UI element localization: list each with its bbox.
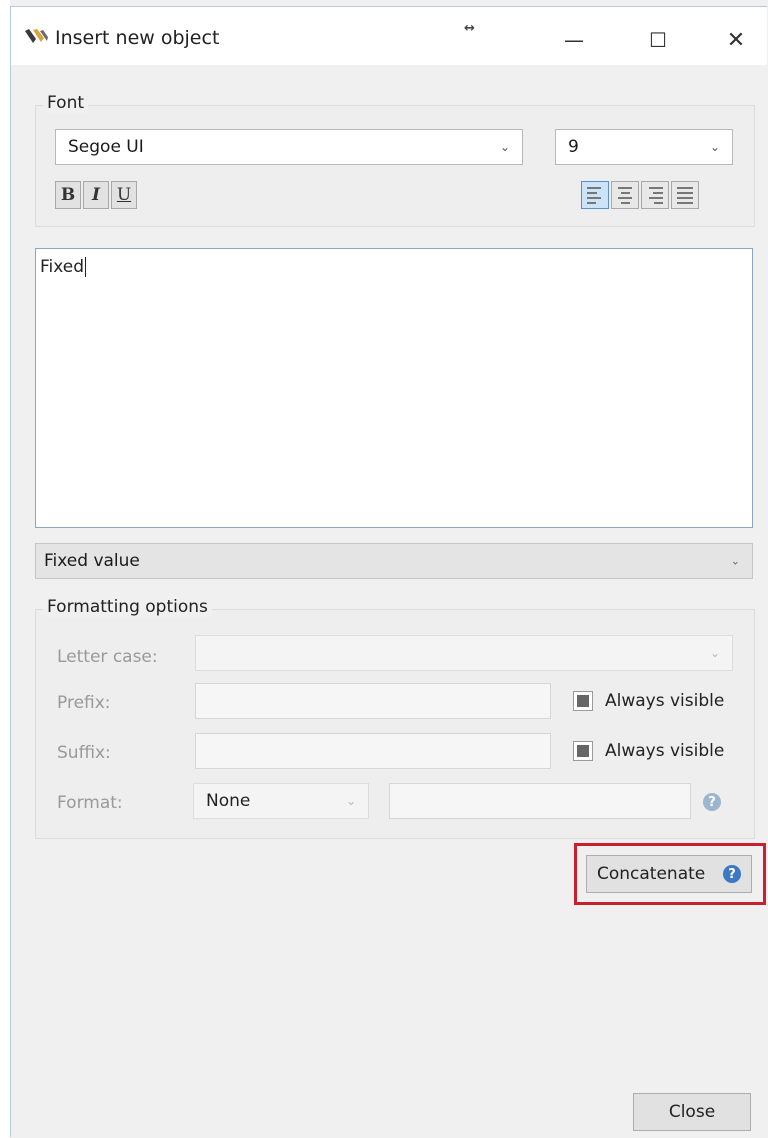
font-family-select[interactable]: Segoe UI ⌄ — [55, 129, 523, 165]
suffix-always-visible-label: Always visible — [605, 741, 725, 761]
concatenate-button[interactable]: Concatenate ? — [586, 855, 752, 893]
italic-button[interactable]: I — [83, 181, 109, 209]
prefix-label: Prefix: — [57, 693, 111, 713]
suffix-input[interactable] — [195, 733, 551, 769]
text-caret — [85, 257, 87, 277]
font-group-label: Font — [43, 93, 89, 113]
font-family-value: Segoe UI — [68, 137, 144, 157]
prefix-input[interactable] — [195, 683, 551, 719]
chevron-down-icon: ⌄ — [709, 646, 720, 660]
letter-case-label: Letter case: — [57, 647, 158, 667]
format-pattern-input[interactable] — [389, 783, 691, 819]
help-icon: ? — [723, 865, 741, 883]
chevron-down-icon: ⌄ — [709, 140, 720, 154]
align-left-button[interactable] — [581, 181, 609, 209]
background-window-edge — [0, 0, 10, 1138]
align-justify-button[interactable] — [671, 181, 699, 209]
help-icon[interactable]: ? — [703, 793, 721, 811]
formatting-options-label: Formatting options — [43, 597, 212, 617]
window-close-button[interactable]: ✕ — [709, 19, 763, 61]
minimize-button[interactable]: — — [547, 19, 601, 61]
resize-arrows-icon: ↔ — [464, 21, 475, 36]
format-selected-value: None — [206, 791, 251, 811]
title-bar[interactable]: Insert new object ↔ — ☐ ✕ — [11, 7, 767, 65]
suffix-label: Suffix: — [57, 743, 111, 763]
value-type-value: Fixed value — [44, 551, 140, 571]
value-type-select[interactable]: Fixed value ⌄ — [35, 543, 753, 579]
align-center-button[interactable] — [611, 181, 639, 209]
concatenate-label: Concatenate — [597, 864, 706, 884]
bold-button[interactable]: B — [55, 181, 81, 209]
prefix-always-visible-checkbox[interactable] — [573, 691, 593, 711]
insert-object-dialog: Insert new object ↔ — ☐ ✕ Font Segoe UI … — [10, 6, 767, 1137]
align-right-button[interactable] — [641, 181, 669, 209]
text-editor[interactable]: Fixed — [35, 248, 753, 528]
dialog-title: Insert new object — [55, 27, 220, 49]
close-button[interactable]: Close — [633, 1093, 751, 1131]
letter-case-select[interactable]: ⌄ — [195, 635, 733, 671]
format-select[interactable]: None ⌄ — [193, 783, 369, 819]
prefix-always-visible-label: Always visible — [605, 691, 725, 711]
editor-text: Fixed — [40, 257, 85, 277]
underline-button[interactable]: U — [111, 181, 137, 209]
suffix-always-visible-checkbox[interactable] — [573, 741, 593, 761]
font-size-value: 9 — [568, 137, 579, 157]
chevron-down-icon: ⌄ — [730, 554, 740, 568]
font-size-select[interactable]: 9 ⌄ — [555, 129, 733, 165]
maximize-button[interactable]: ☐ — [631, 19, 685, 61]
chevron-down-icon: ⌄ — [345, 794, 356, 808]
app-logo-icon — [25, 29, 48, 43]
format-label: Format: — [57, 793, 123, 813]
chevron-down-icon: ⌄ — [499, 140, 510, 154]
